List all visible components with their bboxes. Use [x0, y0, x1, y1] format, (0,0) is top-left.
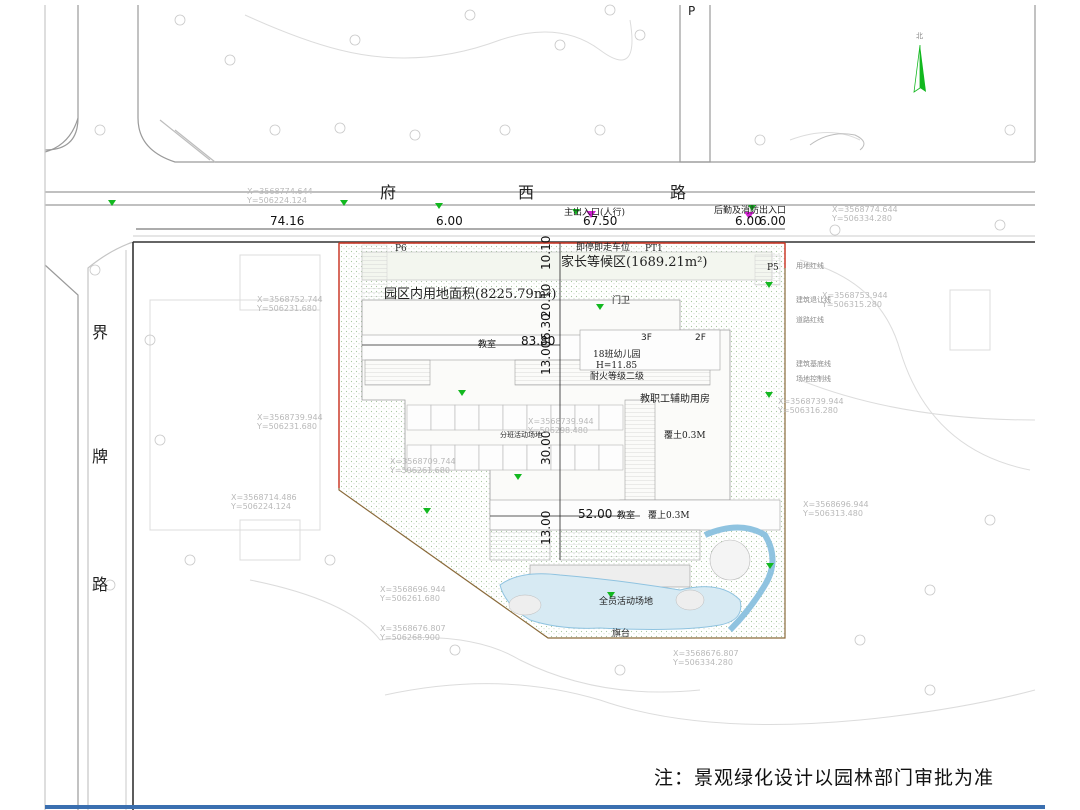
main-entrance-label: 主出入口(人行) — [564, 206, 625, 218]
coord-10-x: X=3568696.944 — [380, 585, 446, 594]
coord-9-y: Y=506313.480 — [802, 509, 863, 518]
legend-small-3: 道路红线 — [796, 315, 824, 324]
kindergarten-name: 18班幼儿园 — [593, 348, 640, 360]
bottom-rule — [45, 805, 1045, 809]
coord-6-y: Y=506316.280 — [777, 406, 838, 415]
coord-7-y: Y=506261.680 — [389, 466, 450, 475]
floor-3f: 3F — [641, 333, 652, 343]
p6-label: P6 — [395, 244, 407, 254]
classroom-label-1: 教室 — [478, 338, 496, 350]
coord-6-x: X=3568739.944 — [778, 397, 844, 406]
site-plan-drawing: 府西路界牌路P北74.16 6.00 67.50 6.006.0083.8052.00… — [44, 4, 1036, 810]
road-fuxi-char-1: 府 — [380, 183, 396, 202]
coord-3-y: Y=506231.680 — [256, 304, 317, 313]
coord-13-x: X=3568739.944 — [528, 417, 594, 426]
guard-label: 门卫 — [612, 294, 630, 306]
dim-13-00-a: 13.00 — [539, 341, 553, 375]
coord-2-y: Y=506334.280 — [831, 214, 892, 223]
legend-small-1: 用地红线 — [796, 261, 824, 270]
coord-8-x: X=3568714.486 — [231, 493, 297, 502]
coord-1-x: X=3568774.644 — [247, 187, 313, 196]
coord-10-y: Y=506261.680 — [379, 594, 440, 603]
coord-8-y: Y=506224.124 — [230, 502, 291, 511]
dim-6-30: 6.30 — [539, 313, 553, 340]
coord-11-y: Y=506268.900 — [379, 633, 440, 642]
drop-off-label: 即停即走车位 — [576, 241, 630, 253]
coord-11-x: X=3568676.807 — [380, 624, 446, 633]
coord-9-x: X=3568696.944 — [803, 500, 869, 509]
road-fuxi-char-2: 西 — [518, 183, 534, 202]
legend-small-4: 建筑基底线 — [796, 359, 831, 368]
legend-small-5: 场地控制线 — [796, 374, 831, 383]
all-activity-label: 全员活动场地 — [599, 595, 653, 607]
dim-74-16: 74.16 — [270, 214, 304, 228]
dim-13-00-b: 13.00 — [539, 511, 553, 545]
coord-5-y: Y=506231.680 — [256, 422, 317, 431]
kindergarten-height: H=11.85 — [596, 361, 637, 371]
rear-entrance-label: 后勤及消防出入口 — [714, 204, 786, 216]
dim-52-00: 52.00 — [578, 507, 612, 521]
staff-rooms-label: 教职工辅助用房 — [640, 392, 710, 405]
roundabout — [809, 133, 865, 151]
coord-4-x: X=3568753.944 — [822, 291, 888, 300]
soil-label-1: 覆土0.3M — [664, 429, 706, 441]
coord-12-y: Y=506334.280 — [672, 658, 733, 667]
soil-label-2: 覆上0.3M — [648, 510, 690, 521]
kindergarten-fire: 耐火等级二级 — [590, 370, 644, 382]
dim-6-00-c: 6.00 — [759, 214, 786, 228]
site-plot — [338, 242, 786, 639]
pt1-label: PT1 — [645, 244, 663, 254]
coord-2-x: X=3568774.644 — [832, 205, 898, 214]
flag-stage-label: 旗台 — [612, 627, 630, 639]
road-jiepai-char-1: 界 — [92, 323, 108, 342]
classroom-label-2: 教室 — [617, 509, 635, 521]
north-mark: 北 — [916, 32, 923, 40]
coord-12-x: X=3568676.807 — [673, 649, 739, 658]
dim-10-10: 10.10 — [539, 236, 553, 270]
north-arrow — [913, 44, 926, 93]
floor-2f: 2F — [695, 333, 706, 343]
coord-1-y: Y=506224.124 — [246, 196, 307, 205]
coord-7-x: X=3568709.744 — [390, 457, 456, 466]
approval-note: 注：景观绿化设计以园林部门审批为准 — [654, 767, 995, 789]
coord-5-x: X=3568739.944 — [257, 413, 323, 422]
legend-small-2: 建筑退让线 — [796, 295, 831, 304]
dim-6-00-a: 6.00 — [436, 214, 463, 228]
coord-13-y: Y=506298.480 — [527, 426, 588, 435]
dim-6-00-b: 6.00 — [735, 214, 762, 228]
road-jiepai-char-3: 路 — [92, 575, 108, 594]
coord-3-x: X=3568752.744 — [257, 295, 323, 304]
p5-label: P5 — [767, 263, 779, 273]
site-area-label: 园区内用地面积(8225.79m²) — [384, 286, 556, 302]
road-fuxi-char-3: 路 — [670, 183, 686, 202]
parent-wait-area: 家长等候区(1689.21m²) — [561, 254, 707, 270]
parking-mark: P — [688, 4, 695, 18]
road-jiepai-char-2: 牌 — [92, 447, 108, 466]
